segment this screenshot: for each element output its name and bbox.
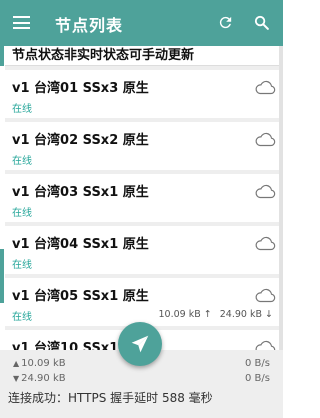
upload-total: ▲ 10.09 kB [13,358,66,369]
node-upload: 10.09 kB [158,309,201,320]
node-name: v1 台湾01 SSx3 原生 [12,81,149,96]
connect-fab[interactable] [118,322,162,366]
cloud-icon[interactable] [254,288,276,308]
refresh-icon[interactable] [217,14,234,31]
cloud-icon[interactable] [254,80,276,100]
node-name: v1 台湾02 SSx2 原生 [12,133,149,148]
down-arrow-icon: ↓ [265,309,273,320]
paper-plane-icon [131,335,149,353]
node-item[interactable]: v1 台湾01 SSx3 原生在线 [5,70,279,118]
node-status: 在线 [12,208,32,219]
node-status: 在线 [12,260,32,271]
node-name: v1 台湾05 SSx1 原生 [12,289,149,304]
node-item[interactable]: v1 台湾03 SSx1 原生在线 [5,174,279,222]
node-item[interactable]: v1 台湾05 SSx1 原生在线 10.09 kB ↑ 24.90 kB ↓ [5,278,279,326]
node-status: 在线 [12,156,32,167]
up-arrow-icon: ↑ [203,309,212,320]
download-arrow-icon: ▼ [13,374,20,383]
connection-status: 连接成功：HTTPS 握手延时 588 毫秒 [8,391,213,405]
cloud-icon[interactable] [254,236,276,256]
refresh-notice: 节点状态非实时状态可手动更新 [5,46,279,66]
download-total: ▼ 24.90 kB [13,373,66,384]
node-download: 24.90 kB [219,309,262,320]
edge-strip-selected [0,249,4,303]
page-title: 节点列表 [55,16,124,35]
menu-icon[interactable] [13,16,30,29]
node-name: v1 台湾04 SSx1 原生 [12,237,149,252]
cloud-icon[interactable] [254,132,276,152]
node-item[interactable]: v1 台湾04 SSx1 原生在线 [5,226,279,274]
node-item[interactable]: v1 台湾02 SSx2 原生在线 [5,122,279,170]
scrollbar[interactable] [279,46,283,350]
node-name: v1 台湾03 SSx1 原生 [12,185,149,200]
download-rate: 0 B/s [245,373,270,384]
node-status: 在线 [12,104,32,115]
cloud-icon[interactable] [254,340,276,350]
node-status: 在线 [12,312,32,323]
search-icon[interactable] [253,14,270,31]
node-traffic: 10.09 kB ↑ 24.90 kB ↓ [159,309,274,320]
upload-rate: 0 B/s [245,358,270,369]
upload-arrow-icon: ▲ [13,359,20,368]
node-list[interactable]: 节点状态非实时状态可手动更新 v1 台湾01 SSx3 原生 在线 v1 台湾02 … [5,46,279,350]
screen: 节点列表 节点状态非实时状态可手动更新 v1 台湾01 SSx3 原生 在线 v1 … [0,0,283,418]
app-bar: 节点列表 [0,0,283,46]
edge-strip [0,46,4,66]
cloud-icon[interactable] [254,184,276,204]
